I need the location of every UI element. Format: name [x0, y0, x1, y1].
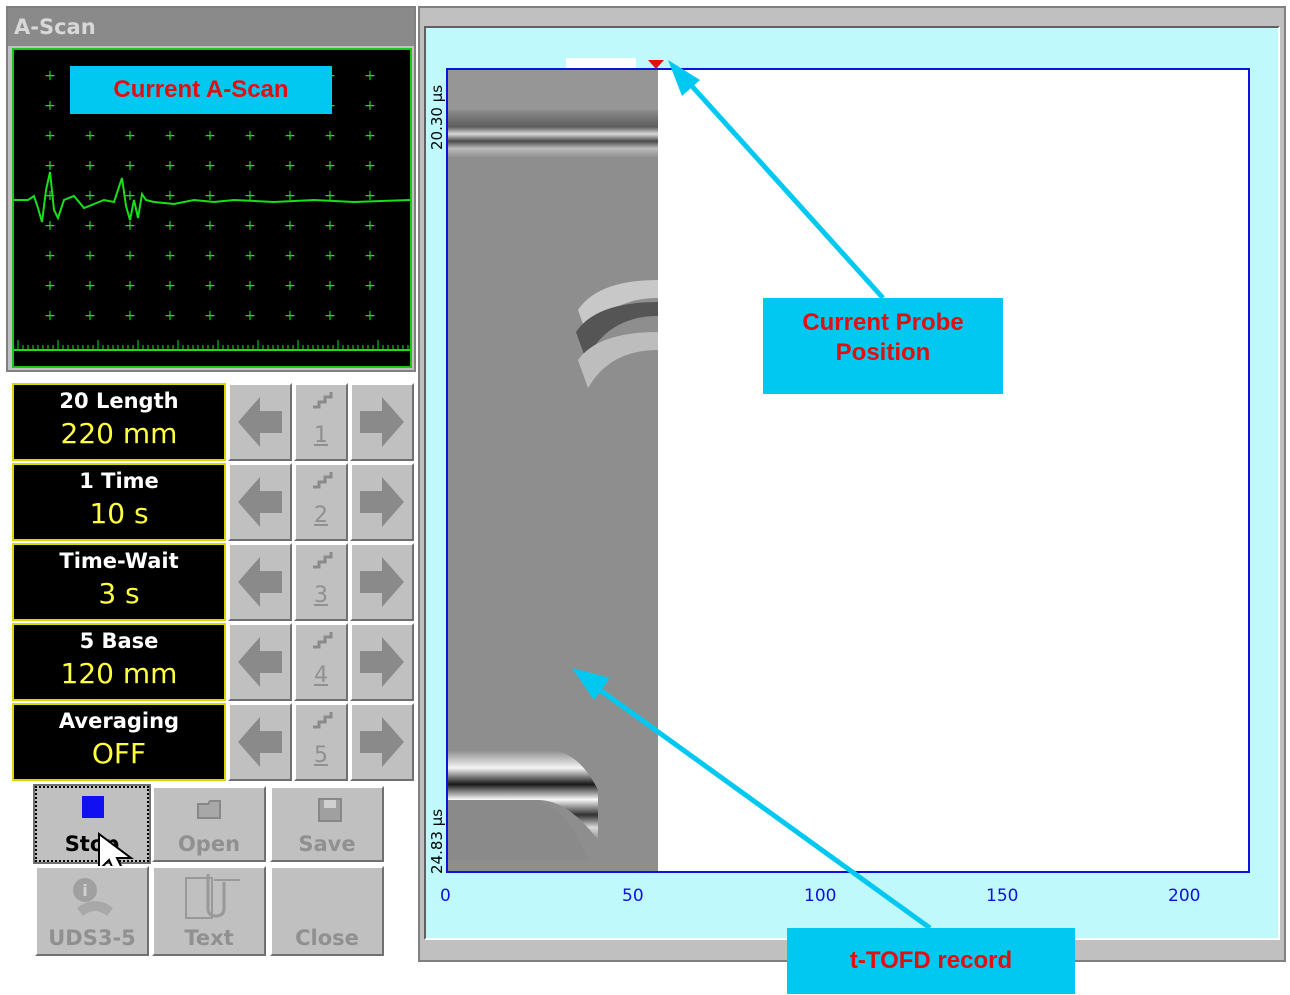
callout-arrows	[572, 60, 932, 931]
